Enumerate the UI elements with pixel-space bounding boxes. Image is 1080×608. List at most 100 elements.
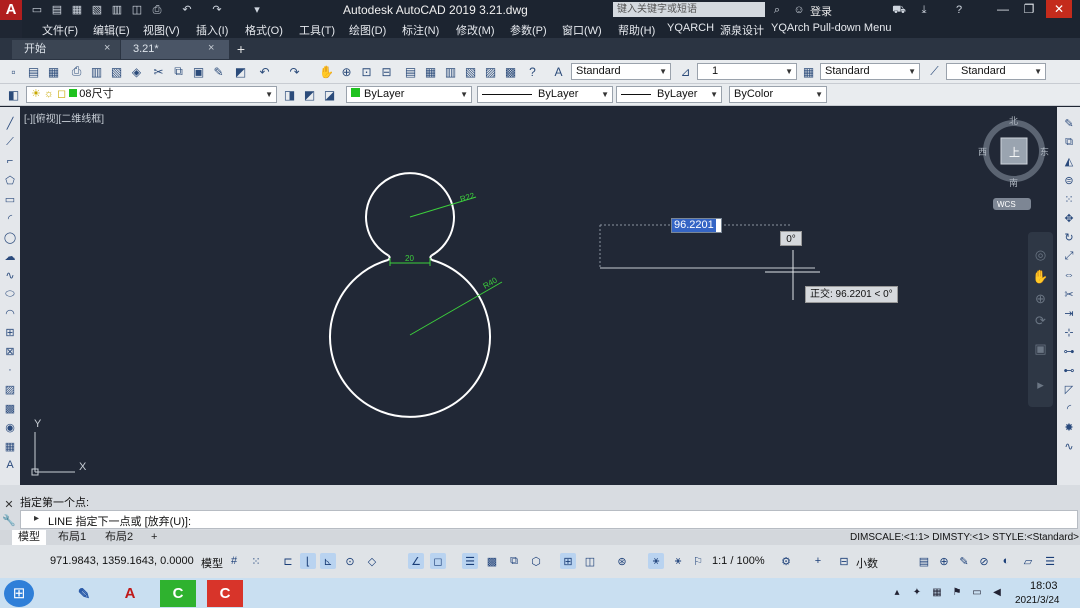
lineweight-select[interactable]: ByLayer ▼ bbox=[616, 86, 722, 103]
annotation-scale-value[interactable]: 1:1 / 100% bbox=[712, 555, 765, 567]
auto-scale-icon[interactable]: ⚹ bbox=[670, 553, 686, 569]
trim-icon[interactable]: ✂ bbox=[1061, 286, 1077, 302]
revcloud-tool-icon[interactable]: ☁ bbox=[2, 248, 18, 264]
menu-yqarch-pulldown[interactable]: YQArch Pull-down Menu bbox=[771, 22, 891, 34]
zoom-window-icon[interactable]: ⊡ bbox=[358, 63, 375, 80]
help-icon[interactable]: ? bbox=[952, 3, 966, 17]
menu-file[interactable]: 文件(F) bbox=[42, 22, 78, 38]
menu-window[interactable]: 窗口(W) bbox=[562, 22, 602, 38]
region-tool-icon[interactable]: ◉ bbox=[2, 419, 18, 435]
layer-manager-icon[interactable]: ◧ bbox=[5, 86, 22, 103]
hatch-tool-icon[interactable]: ▨ bbox=[2, 381, 18, 397]
dim-style-select[interactable]: Standard ▼ bbox=[820, 63, 920, 80]
units-value[interactable]: 小数 bbox=[856, 555, 878, 571]
start-button[interactable]: ⊞ bbox=[4, 580, 34, 607]
undo-icon[interactable]: ↶ bbox=[180, 3, 194, 17]
paste-icon[interactable]: ▣ bbox=[190, 63, 207, 80]
taskbar-recorder-icon[interactable]: C bbox=[207, 580, 243, 607]
arc-tool-icon[interactable]: ◜ bbox=[2, 210, 18, 226]
match-properties-icon[interactable]: ✎ bbox=[210, 63, 227, 80]
menu-yuanquan[interactable]: 源泉设计 bbox=[720, 22, 764, 38]
polygon-tool-icon[interactable]: ⬠ bbox=[2, 172, 18, 188]
selection-cycling-icon[interactable]: ⧉ bbox=[506, 553, 522, 569]
tab-layout2[interactable]: 布局2 bbox=[99, 530, 139, 545]
color-select[interactable]: ByLayer ▼ bbox=[346, 86, 472, 103]
dynamic-input-angle[interactable]: 0° bbox=[780, 231, 802, 246]
layer-previous-icon[interactable]: ◩ bbox=[301, 86, 318, 103]
close-button[interactable]: ✕ bbox=[1046, 0, 1072, 18]
quick-properties-icon[interactable]: ▤ bbox=[916, 553, 932, 569]
nav-options-icon[interactable]: ▸ bbox=[1032, 376, 1049, 393]
model-space-toggle[interactable]: 模型 bbox=[201, 555, 223, 571]
restore-button[interactable]: ❐ bbox=[1016, 0, 1042, 18]
menu-help[interactable]: 帮助(H) bbox=[618, 22, 655, 38]
units-icon[interactable]: ⊟ bbox=[836, 553, 852, 569]
design-center-icon[interactable]: ◈ bbox=[128, 63, 145, 80]
pan-icon[interactable]: ✋ bbox=[1032, 268, 1049, 285]
annotation-monitor-icon[interactable]: + bbox=[810, 553, 826, 569]
gradient-tool-icon[interactable]: ▩ bbox=[2, 400, 18, 416]
qa-dropdown-icon[interactable]: ▾ bbox=[250, 3, 264, 17]
close-command-icon[interactable]: ✕ bbox=[2, 498, 16, 512]
plot-icon[interactable]: ▥ bbox=[110, 3, 124, 17]
extend-icon[interactable]: ⇥ bbox=[1061, 305, 1077, 321]
zoom-previous-icon[interactable]: ⊟ bbox=[378, 63, 395, 80]
menu-parametric[interactable]: 参数(P) bbox=[510, 22, 547, 38]
tray-volume-icon[interactable]: ◀ bbox=[990, 585, 1004, 599]
tab-close-icon[interactable]: × bbox=[104, 42, 110, 54]
tab-close-icon[interactable]: × bbox=[208, 42, 214, 54]
dynamic-input-value[interactable]: 96.2201 bbox=[672, 219, 716, 232]
plot-icon[interactable]: ⎙ bbox=[68, 63, 85, 80]
calculator-icon[interactable]: ▩ bbox=[502, 63, 519, 80]
plot-preview-icon[interactable]: ▥ bbox=[88, 63, 105, 80]
tab-model[interactable]: 模型 bbox=[12, 530, 46, 545]
customization-icon[interactable]: ▱ bbox=[1020, 553, 1036, 569]
break-point-icon[interactable]: ⊹ bbox=[1061, 324, 1077, 340]
clock-date[interactable]: 2021/3/24 bbox=[1015, 595, 1060, 606]
explode-icon[interactable]: ✸ bbox=[1061, 419, 1077, 435]
redo-icon[interactable]: ↷ bbox=[286, 63, 303, 80]
help-icon[interactable]: ? bbox=[524, 63, 541, 80]
menu-yqarch[interactable]: YQARCH bbox=[667, 22, 714, 34]
ellipse-arc-tool-icon[interactable]: ◠ bbox=[2, 305, 18, 321]
new-file-icon[interactable]: ▭ bbox=[30, 3, 44, 17]
linetype-select[interactable]: ByLayer ▼ bbox=[477, 86, 613, 103]
properties-icon[interactable]: ▤ bbox=[402, 63, 419, 80]
menu-dimension[interactable]: 标注(N) bbox=[402, 22, 439, 38]
annotation-scale-select[interactable]: 1 ▼ bbox=[697, 63, 797, 80]
annotation-scale-icon[interactable]: ⚐ bbox=[690, 553, 706, 569]
offset-icon[interactable]: ⊜ bbox=[1061, 172, 1077, 188]
new-layout-button[interactable]: + bbox=[145, 530, 163, 545]
save-icon[interactable]: ▦ bbox=[70, 3, 84, 17]
blend-icon[interactable]: ∿ bbox=[1061, 438, 1077, 454]
tray-monitor-icon[interactable]: ▭ bbox=[970, 585, 984, 599]
qnew-icon[interactable]: ▫ bbox=[5, 63, 22, 80]
move-icon[interactable]: ✥ bbox=[1061, 210, 1077, 226]
hardware-acceleration-icon[interactable]: ⊘ bbox=[976, 553, 992, 569]
lineweight-icon[interactable]: ☰ bbox=[462, 553, 478, 569]
make-block-icon[interactable]: ⊠ bbox=[2, 343, 18, 359]
taskbar-app-icon[interactable]: ✎ bbox=[66, 580, 102, 607]
clock-time[interactable]: 18:03 bbox=[1030, 580, 1058, 592]
orbit-icon[interactable]: ⟳ bbox=[1032, 312, 1049, 329]
lock-ui-icon[interactable]: ⊕ bbox=[936, 553, 952, 569]
login-link[interactable]: 登录 bbox=[810, 3, 832, 19]
transparency-icon[interactable]: ▩ bbox=[484, 553, 500, 569]
menu-draw[interactable]: 绘图(D) bbox=[349, 22, 386, 38]
menu-insert[interactable]: 插入(I) bbox=[196, 22, 228, 38]
rotate-icon[interactable]: ↻ bbox=[1061, 229, 1077, 245]
fillet-icon[interactable]: ◜ bbox=[1061, 400, 1077, 416]
polyline-tool-icon[interactable]: ⌐ bbox=[2, 153, 18, 169]
coordinate-readout[interactable]: 971.9843, 1359.1643, 0.0000 bbox=[50, 555, 194, 567]
insert-block-icon[interactable]: ⊞ bbox=[2, 324, 18, 340]
tab-layout1[interactable]: 布局1 bbox=[52, 530, 92, 545]
pan-icon[interactable]: ✋ bbox=[318, 63, 335, 80]
dynamic-ucs-icon[interactable]: ⊞ bbox=[560, 553, 576, 569]
minimize-button[interactable]: — bbox=[990, 0, 1016, 18]
tray-flag-icon[interactable]: ⚑ bbox=[950, 585, 964, 599]
open-icon[interactable]: ▤ bbox=[25, 63, 42, 80]
scale-icon[interactable]: ⤢ bbox=[1061, 248, 1077, 264]
polar-icon[interactable]: ⊙ bbox=[342, 553, 358, 569]
mirror-icon[interactable]: ◭ bbox=[1061, 153, 1077, 169]
isodraft-icon[interactable]: ◇ bbox=[364, 553, 380, 569]
